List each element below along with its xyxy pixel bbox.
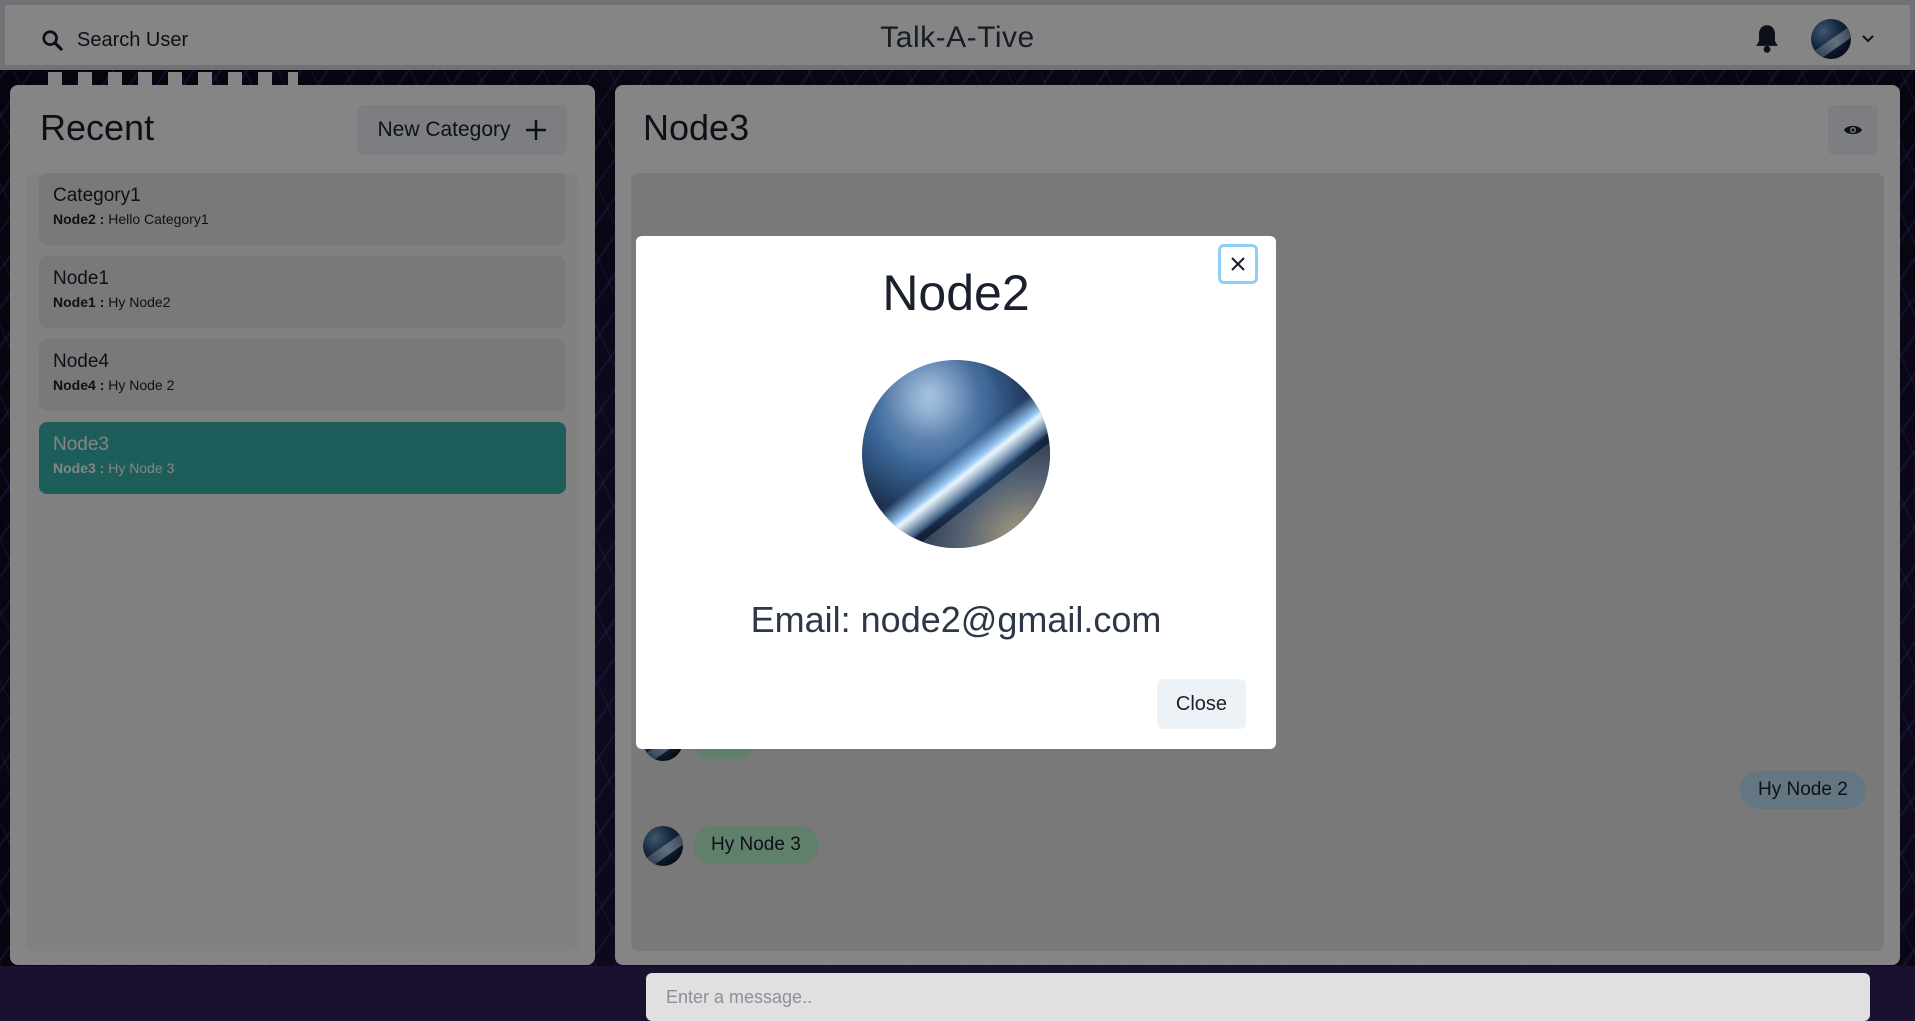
close-icon — [1231, 257, 1245, 271]
profile-picture — [862, 360, 1050, 548]
message-input[interactable] — [646, 973, 1870, 1021]
modal-close-button[interactable]: Close — [1157, 679, 1246, 729]
profile-modal: Node2 Email: node2@gmail.com Close — [636, 236, 1276, 749]
modal-close-x-button[interactable] — [1218, 244, 1258, 284]
modal-title: Node2 — [882, 265, 1030, 321]
modal-email: Email: node2@gmail.com — [750, 599, 1162, 640]
